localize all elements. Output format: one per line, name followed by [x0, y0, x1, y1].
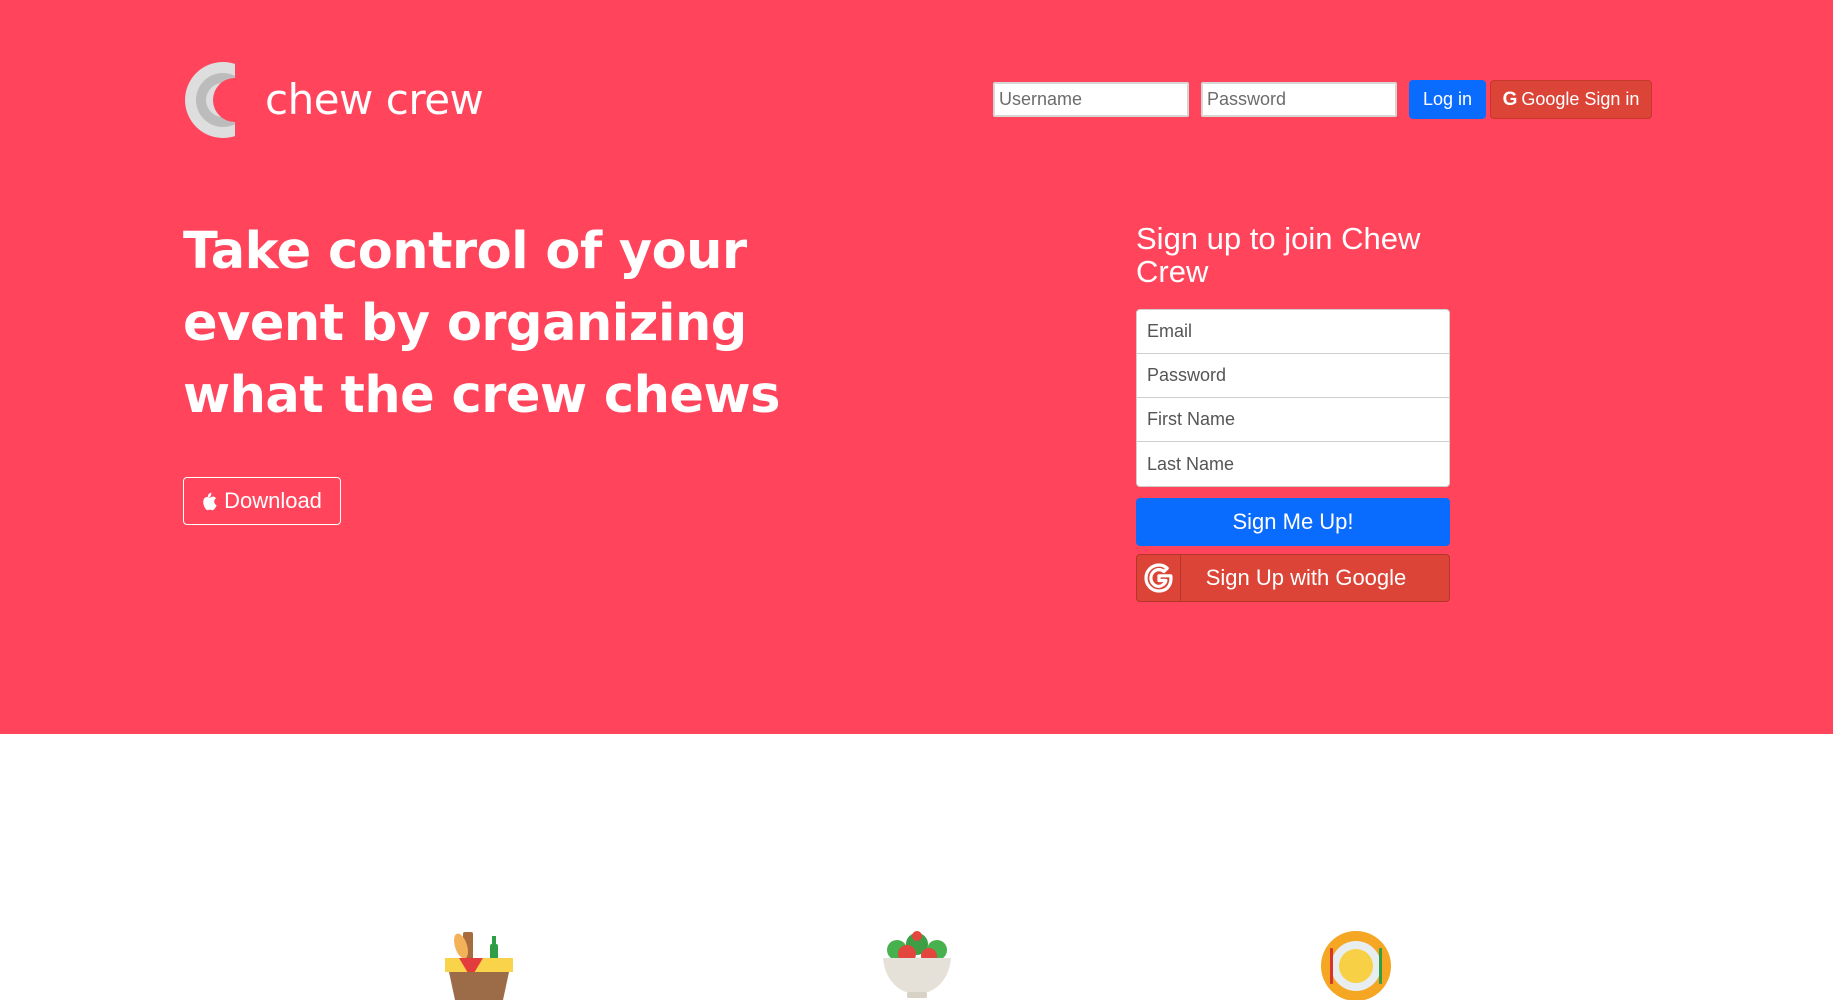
google-signup-button[interactable]: Sign Up with Google — [1136, 554, 1450, 602]
signup-email-input[interactable] — [1137, 310, 1449, 354]
sign-me-up-button[interactable]: Sign Me Up! — [1136, 498, 1450, 546]
brand-logo[interactable]: chew crew — [183, 58, 484, 142]
signup-form: Sign up to join Chew Crew Sign Me Up! Si… — [1136, 222, 1450, 602]
login-form: Log in G Google Sign in — [993, 80, 1652, 119]
signup-title: Sign up to join Chew Crew — [1136, 221, 1421, 289]
brand-name: chew crew — [265, 75, 484, 124]
download-button[interactable]: Download — [183, 477, 341, 525]
google-signin-label: Google Sign in — [1521, 89, 1640, 109]
google-g-icon — [1143, 563, 1173, 593]
google-g-icon: G — [1502, 88, 1518, 110]
apple-icon — [203, 492, 217, 510]
salad-bowl-icon — [883, 931, 951, 998]
username-input[interactable] — [993, 82, 1189, 117]
hero-headline: Take control of your event by organizing… — [183, 222, 780, 425]
download-label: Download — [224, 488, 322, 513]
signup-fields — [1136, 309, 1450, 487]
features-section — [0, 734, 1833, 1000]
login-button[interactable]: Log in — [1409, 80, 1486, 119]
google-signup-label: Sign Up with Google — [1205, 565, 1407, 590]
google-icon-box — [1137, 555, 1181, 601]
hero-section: chew crew Log in G Google Sign in Take c… — [0, 0, 1833, 734]
signup-password-input[interactable] — [1137, 354, 1449, 398]
chew-crew-logo-icon — [185, 58, 247, 142]
picnic-basket-icon — [445, 932, 513, 1000]
google-signin-button[interactable]: G Google Sign in — [1490, 80, 1652, 119]
plate-cutlery-icon — [1321, 931, 1391, 1000]
signup-first-name-input[interactable] — [1137, 398, 1449, 442]
password-input[interactable] — [1201, 82, 1397, 117]
signup-last-name-input[interactable] — [1137, 442, 1449, 486]
